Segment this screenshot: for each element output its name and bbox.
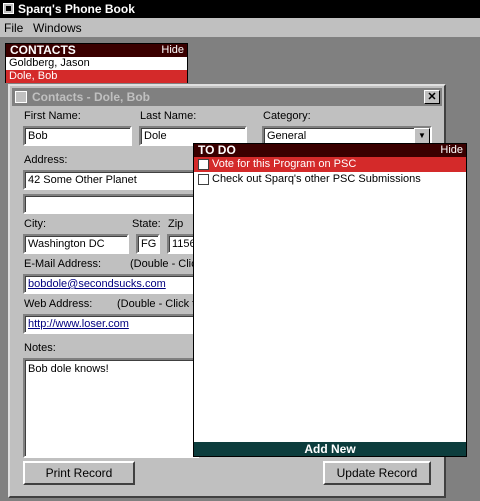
state-field[interactable]: FG xyxy=(136,234,160,254)
dialog-icon xyxy=(15,91,27,103)
contacts-hide-button[interactable]: Hide xyxy=(161,44,184,57)
notes-label: Notes: xyxy=(24,342,56,354)
first-name-label: First Name: xyxy=(24,110,81,122)
chevron-down-icon[interactable]: ▼ xyxy=(414,128,430,144)
city-field[interactable]: Washington DC xyxy=(23,234,129,254)
city-label: City: xyxy=(24,218,46,230)
web-field[interactable]: http://www.loser.com xyxy=(23,314,199,334)
zip-label: Zip xyxy=(168,218,184,230)
last-name-label: Last Name: xyxy=(140,110,197,122)
add-new-button[interactable]: Add New xyxy=(194,442,466,456)
todo-item-label: Check out Sparq's other PSC Submissions xyxy=(212,173,421,185)
contact-list-item-selected[interactable]: Dole, Bob xyxy=(6,70,187,83)
web-label: Web Address: xyxy=(24,298,93,310)
category-value: General xyxy=(267,130,307,142)
todo-hide-button[interactable]: Hide xyxy=(440,144,463,157)
menu-windows[interactable]: Windows xyxy=(33,21,82,35)
email-field[interactable]: bobdole@secondsucks.com xyxy=(23,274,199,294)
email-hint: (Double - Click xyxy=(130,258,203,270)
menu-file[interactable]: File xyxy=(4,21,23,35)
notes-textarea[interactable]: Bob dole knows! xyxy=(23,358,199,458)
todo-panel-header: TO DO Hide xyxy=(194,144,466,157)
first-name-field[interactable]: Bob xyxy=(23,126,132,146)
todo-item[interactable]: Check out Sparq's other PSC Submissions xyxy=(194,172,466,187)
todo-panel-title: TO DO xyxy=(198,143,236,157)
checkbox-icon[interactable] xyxy=(198,159,209,170)
todo-panel: TO DO Hide Vote for this Program on PSC … xyxy=(193,143,467,457)
checkbox-icon[interactable] xyxy=(198,174,209,185)
address-line1-field[interactable]: 42 Some Other Planet xyxy=(23,170,199,190)
app-title-bar: Sparq's Phone Book xyxy=(0,0,480,18)
print-record-button[interactable]: Print Record xyxy=(23,461,135,485)
todo-item-label: Vote for this Program on PSC xyxy=(212,158,357,170)
email-label: E-Mail Address: xyxy=(24,258,102,270)
contact-list-item[interactable]: Goldberg, Jason xyxy=(6,57,187,70)
dialog-title: Contacts - Dole, Bob xyxy=(32,90,151,104)
app-title: Sparq's Phone Book xyxy=(18,2,135,16)
menu-bar: File Windows xyxy=(0,18,480,38)
dialog-title-bar: Contacts - Dole, Bob ✕ xyxy=(12,88,442,106)
close-icon[interactable]: ✕ xyxy=(424,90,440,104)
update-record-button[interactable]: Update Record xyxy=(323,461,431,485)
address-line2-field[interactable] xyxy=(23,194,199,214)
category-label: Category: xyxy=(263,110,311,122)
contacts-panel: CONTACTS Hide Goldberg, Jason Dole, Bob xyxy=(5,43,188,83)
web-hint: (Double - Click to xyxy=(117,298,202,310)
state-label: State: xyxy=(132,218,161,230)
address-label: Address: xyxy=(24,154,68,166)
app-icon xyxy=(3,3,14,14)
contacts-panel-header: CONTACTS Hide xyxy=(6,44,187,57)
todo-item-selected[interactable]: Vote for this Program on PSC xyxy=(194,157,466,172)
contacts-panel-title: CONTACTS xyxy=(10,43,76,57)
